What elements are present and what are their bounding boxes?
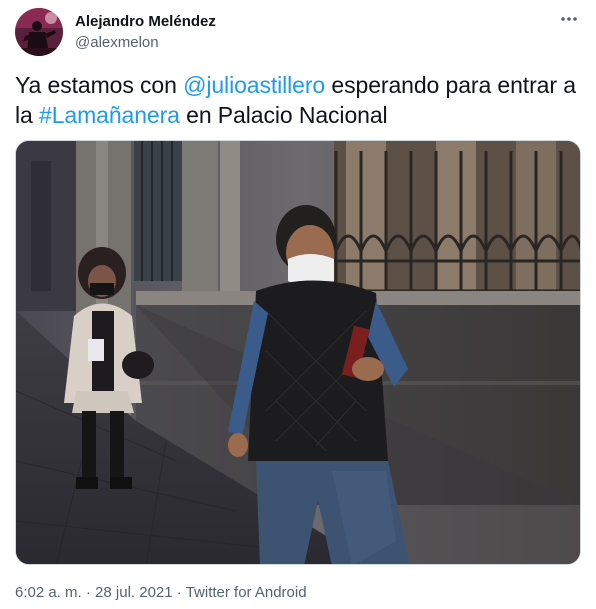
tweet-date[interactable]: 28 jul. 2021: [95, 584, 173, 601]
profile-photo-icon: [15, 8, 63, 56]
tweet-text-part: en Palacio Nacional: [179, 102, 388, 128]
meta-separator: ·: [172, 584, 186, 601]
meta-separator: ·: [81, 584, 96, 601]
tweet-meta: 6:02 a. m. · 28 jul. 2021 · Twitter for …: [15, 583, 307, 603]
author-handle[interactable]: @alexmelon: [75, 33, 159, 53]
tweet-time[interactable]: 6:02 a. m.: [15, 584, 82, 601]
more-dots-icon: [561, 17, 577, 21]
hashtag-link[interactable]: #Lamañanera: [39, 102, 180, 128]
tweet-text-part: Ya estamos con: [15, 72, 184, 98]
tweet-text: Ya estamos con @julioastillero esperando…: [15, 70, 581, 130]
photo-image: [16, 141, 580, 564]
more-options-button[interactable]: [554, 8, 584, 30]
avatar[interactable]: [15, 8, 63, 56]
mention-link[interactable]: @julioastillero: [183, 72, 325, 98]
tweet-card: Alejandro Meléndez @alexmelon Ya estamos…: [0, 0, 596, 609]
tweet-photo[interactable]: [15, 140, 581, 565]
tweet-source-link[interactable]: Twitter for Android: [186, 584, 307, 601]
author-display-name[interactable]: Alejandro Meléndez: [75, 12, 216, 32]
